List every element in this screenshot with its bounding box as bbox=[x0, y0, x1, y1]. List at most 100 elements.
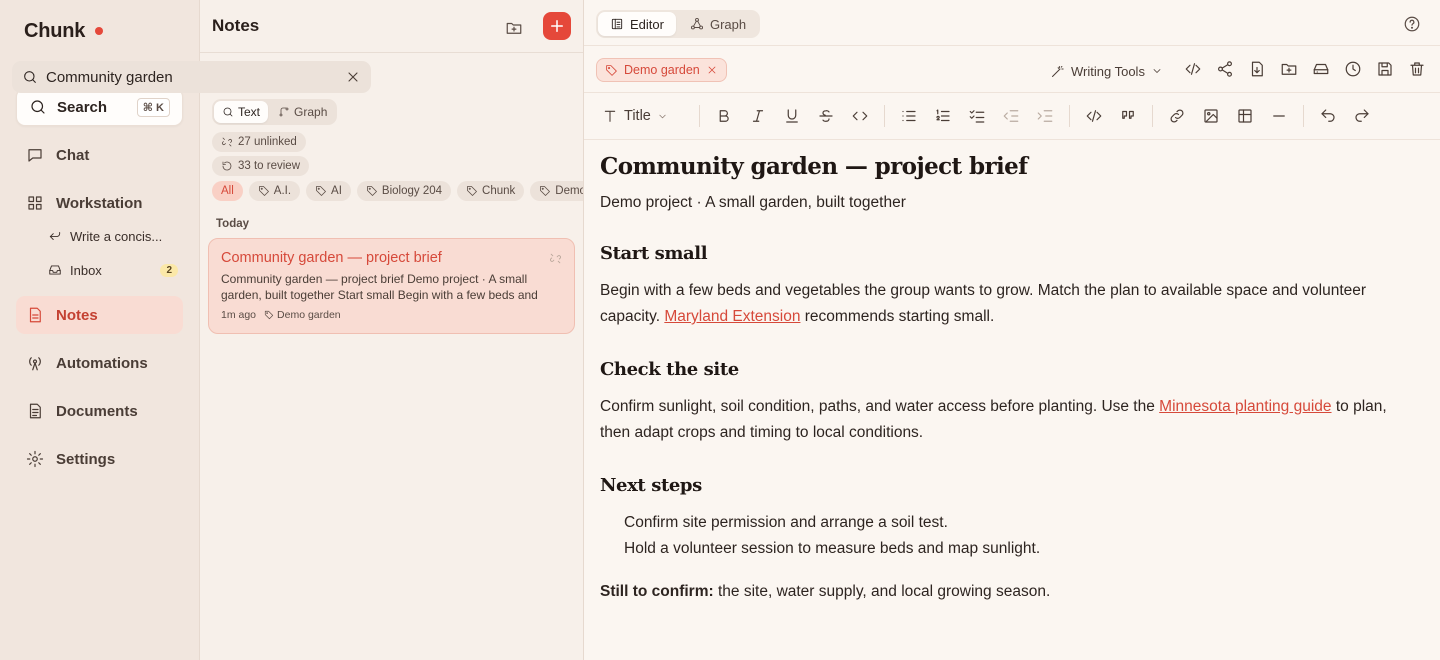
link-button[interactable] bbox=[1160, 107, 1194, 125]
tag-icon bbox=[540, 186, 551, 196]
note-snippet: Community garden — project brief Demo pr… bbox=[221, 272, 538, 302]
tag-label: All bbox=[221, 185, 234, 197]
unlink-icon bbox=[550, 253, 561, 264]
code-embed-icon[interactable] bbox=[1184, 60, 1202, 78]
chevron-down-icon bbox=[1153, 69, 1161, 73]
review-count: 33 to review bbox=[238, 160, 301, 172]
broadcast-icon bbox=[29, 357, 41, 371]
tag-filter-ai-dotted[interactable]: A.I. bbox=[248, 181, 301, 201]
quote-button[interactable] bbox=[1111, 107, 1145, 125]
minnesota-guide-link[interactable]: Minnesota planting guide bbox=[1159, 398, 1331, 415]
tag-icon bbox=[258, 186, 269, 196]
add-note-button[interactable] bbox=[543, 12, 571, 40]
checklist-icon bbox=[969, 110, 985, 123]
toolbar-divider bbox=[584, 139, 1440, 140]
tag-filter-ai[interactable]: AI bbox=[306, 181, 351, 201]
divider-button[interactable] bbox=[1262, 107, 1296, 125]
sidebar-item-workstation[interactable]: Workstation bbox=[16, 184, 183, 222]
history-icon[interactable] bbox=[1344, 60, 1362, 78]
notes-search-field[interactable] bbox=[12, 61, 371, 93]
strikethrough-button[interactable] bbox=[809, 107, 843, 125]
sidebar-item-settings[interactable]: Settings bbox=[16, 440, 183, 478]
tab-graph[interactable]: Graph bbox=[678, 12, 758, 36]
section-paragraph: Begin with a few beds and vegetables the… bbox=[600, 278, 1420, 330]
note-list-item[interactable]: Community garden — project brief Communi… bbox=[208, 238, 575, 334]
clear-search-icon[interactable] bbox=[345, 69, 361, 85]
code-block-button[interactable] bbox=[1077, 107, 1111, 125]
move-to-folder-icon[interactable] bbox=[1280, 60, 1298, 78]
export-file-icon[interactable] bbox=[1248, 60, 1266, 78]
search-icon bbox=[31, 100, 45, 114]
tag-icon bbox=[264, 310, 274, 320]
tag-filter-biology[interactable]: Biology 204 bbox=[356, 181, 452, 201]
review-filter-chip[interactable]: 33 to review bbox=[212, 156, 310, 176]
code-block-icon bbox=[1086, 110, 1102, 122]
italic-button[interactable] bbox=[741, 107, 775, 125]
tag-filter-demo-garden[interactable]: Demo garden bbox=[530, 181, 583, 201]
inline-code-button[interactable] bbox=[843, 107, 877, 125]
search-icon bbox=[24, 71, 36, 83]
brand-logo[interactable]: Chunk bbox=[24, 20, 104, 43]
tab-editor[interactable]: Editor bbox=[598, 12, 676, 36]
note-title: Community garden — project brief bbox=[221, 250, 442, 266]
mode-text-button[interactable]: Text bbox=[214, 101, 269, 123]
maryland-extension-link[interactable]: Maryland Extension bbox=[664, 308, 800, 325]
list-item: Confirm site permission and arrange a so… bbox=[624, 514, 948, 531]
notes-icon bbox=[29, 307, 41, 323]
sidebar-subitem-write[interactable]: Write a concis... bbox=[48, 223, 178, 249]
undo-icon bbox=[1321, 109, 1335, 122]
note-tag: Demo garden bbox=[264, 309, 341, 321]
help-icon[interactable] bbox=[1403, 15, 1421, 33]
section-heading: Start small bbox=[600, 243, 708, 264]
new-folder-icon[interactable] bbox=[505, 19, 523, 37]
sidebar-item-notes[interactable]: Notes bbox=[16, 296, 183, 334]
table-button[interactable] bbox=[1228, 107, 1262, 125]
numbered-list-button[interactable] bbox=[926, 107, 960, 125]
checklist-button[interactable] bbox=[960, 107, 994, 125]
gear-icon bbox=[26, 450, 44, 468]
image-button[interactable] bbox=[1194, 107, 1228, 125]
sidebar-item-chat[interactable]: Chat bbox=[16, 136, 183, 174]
unlinked-filter-chip[interactable]: 27 unlinked bbox=[212, 132, 306, 152]
sidebar-item-label: Workstation bbox=[56, 194, 143, 212]
writing-tools-dropdown[interactable]: Writing Tools bbox=[1050, 60, 1163, 82]
remove-tag-icon[interactable] bbox=[706, 64, 718, 76]
save-icon[interactable] bbox=[1376, 60, 1394, 78]
bullet-list-button[interactable] bbox=[892, 107, 926, 125]
underline-button[interactable] bbox=[775, 107, 809, 125]
sidebar-item-documents[interactable]: Documents bbox=[16, 392, 183, 430]
bold-icon bbox=[719, 110, 729, 122]
archive-drive-icon[interactable] bbox=[1312, 60, 1330, 78]
tag-filter-all[interactable]: All bbox=[212, 181, 243, 201]
bullet-list-icon bbox=[902, 110, 916, 122]
tag-icon bbox=[367, 186, 377, 196]
tag-bar-divider bbox=[584, 92, 1440, 93]
unlink-icon bbox=[221, 137, 233, 147]
search-shortcut: ⌘ K bbox=[136, 97, 170, 117]
tag-label: Chunk bbox=[482, 185, 516, 197]
undo-button[interactable] bbox=[1311, 107, 1345, 125]
outdent-button[interactable] bbox=[994, 107, 1028, 125]
indent-button[interactable] bbox=[1028, 107, 1062, 125]
paragraph-text: recommends starting small. bbox=[800, 308, 995, 325]
trash-icon[interactable] bbox=[1408, 60, 1426, 78]
tag-icon bbox=[467, 186, 477, 196]
sidebar-item-label: Automations bbox=[56, 354, 148, 372]
doc-actions bbox=[1184, 60, 1426, 78]
block-type-dropdown[interactable]: Title bbox=[600, 108, 692, 124]
sidebar-item-automations[interactable]: Automations bbox=[16, 344, 183, 382]
toolbar-separator bbox=[699, 105, 700, 127]
document-body[interactable]: Community garden — project brief Demo pr… bbox=[600, 151, 1420, 605]
bold-button[interactable] bbox=[707, 107, 741, 125]
share-icon[interactable] bbox=[1216, 60, 1234, 78]
toolbar-separator bbox=[1069, 105, 1070, 127]
notes-search-input[interactable] bbox=[46, 68, 337, 86]
tag-label: AI bbox=[331, 185, 342, 197]
doc-tag-chip[interactable]: Demo garden bbox=[596, 58, 727, 82]
mode-graph-button[interactable]: Graph bbox=[270, 101, 335, 123]
tag-filter-chunk[interactable]: Chunk bbox=[457, 181, 525, 201]
search-button[interactable]: Search ⌘ K bbox=[16, 88, 183, 126]
redo-button[interactable] bbox=[1345, 107, 1379, 125]
sidebar-subitem-inbox[interactable]: Inbox 2 bbox=[48, 257, 178, 283]
top-divider bbox=[584, 45, 1440, 46]
